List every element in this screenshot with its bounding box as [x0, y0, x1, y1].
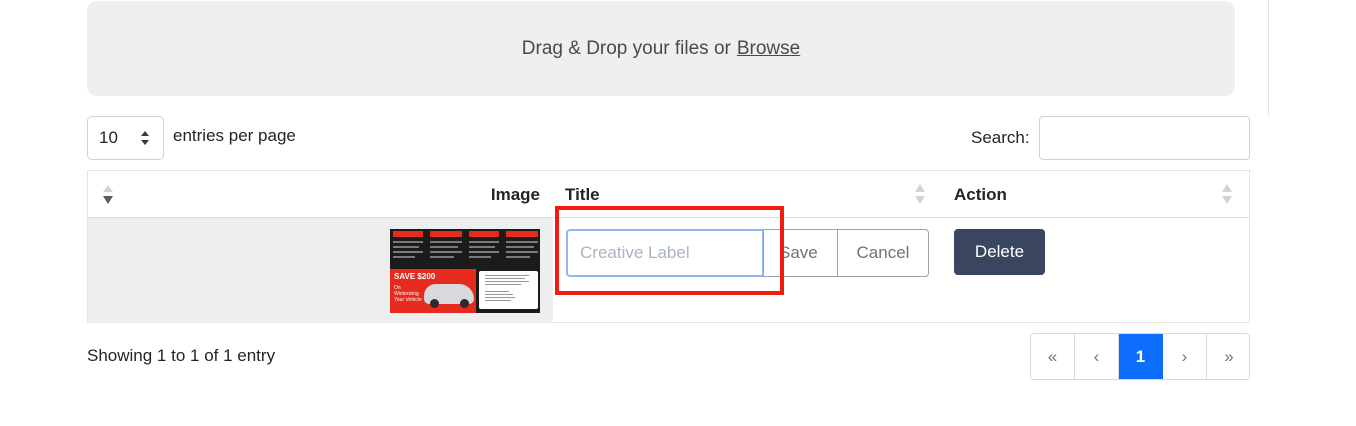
- search-input[interactable]: [1039, 116, 1250, 160]
- column-header-title[interactable]: Title: [565, 185, 600, 205]
- column-header-action[interactable]: Action: [954, 185, 1007, 205]
- column-header-image[interactable]: Image: [491, 185, 540, 205]
- table-header: Image Title Action: [88, 171, 1249, 218]
- entries-label: entries per page: [173, 126, 296, 145]
- delete-button[interactable]: Delete: [954, 229, 1045, 275]
- showing-entries-text: Showing 1 to 1 of 1 entry: [87, 346, 276, 365]
- divider: [1268, 0, 1269, 116]
- page-last-button[interactable]: »: [1207, 334, 1249, 379]
- creative-thumbnail: SAVE $200 On Winterizing Your Vehicle: [390, 229, 540, 313]
- cancel-button[interactable]: Cancel: [837, 229, 929, 277]
- thumbnail-headline: SAVE $200: [394, 272, 436, 281]
- search-label: Search:: [971, 128, 1030, 147]
- entries-per-page-select[interactable]: 10: [87, 116, 164, 160]
- save-button[interactable]: Save: [763, 229, 837, 277]
- table-row: SAVE $200 On Winterizing Your Vehicle Cr…: [88, 218, 1249, 323]
- sort-icon[interactable]: [1221, 183, 1233, 205]
- page-next-button[interactable]: ›: [1163, 334, 1207, 379]
- file-dropzone[interactable]: Drag & Drop your files or Browse: [87, 1, 1235, 96]
- dropzone-text: Drag & Drop your files or: [521, 37, 731, 59]
- sort-icon[interactable]: [102, 184, 114, 206]
- pagination: « ‹ 1 › »: [1030, 333, 1250, 380]
- thumbnail-subtext: On Winterizing Your Vehicle: [394, 285, 422, 303]
- page-1-button[interactable]: 1: [1119, 334, 1163, 379]
- select-caret-icon: [141, 131, 149, 145]
- browse-link[interactable]: Browse: [737, 38, 800, 60]
- sort-icon[interactable]: [914, 183, 926, 205]
- page-prev-button[interactable]: ‹: [1075, 334, 1119, 379]
- page-first-button[interactable]: «: [1031, 334, 1075, 379]
- title-input[interactable]: Creative Label: [566, 229, 764, 277]
- entries-value: 10: [99, 128, 118, 147]
- files-table: Image Title Action SAVE $200 On Winteriz…: [87, 170, 1250, 323]
